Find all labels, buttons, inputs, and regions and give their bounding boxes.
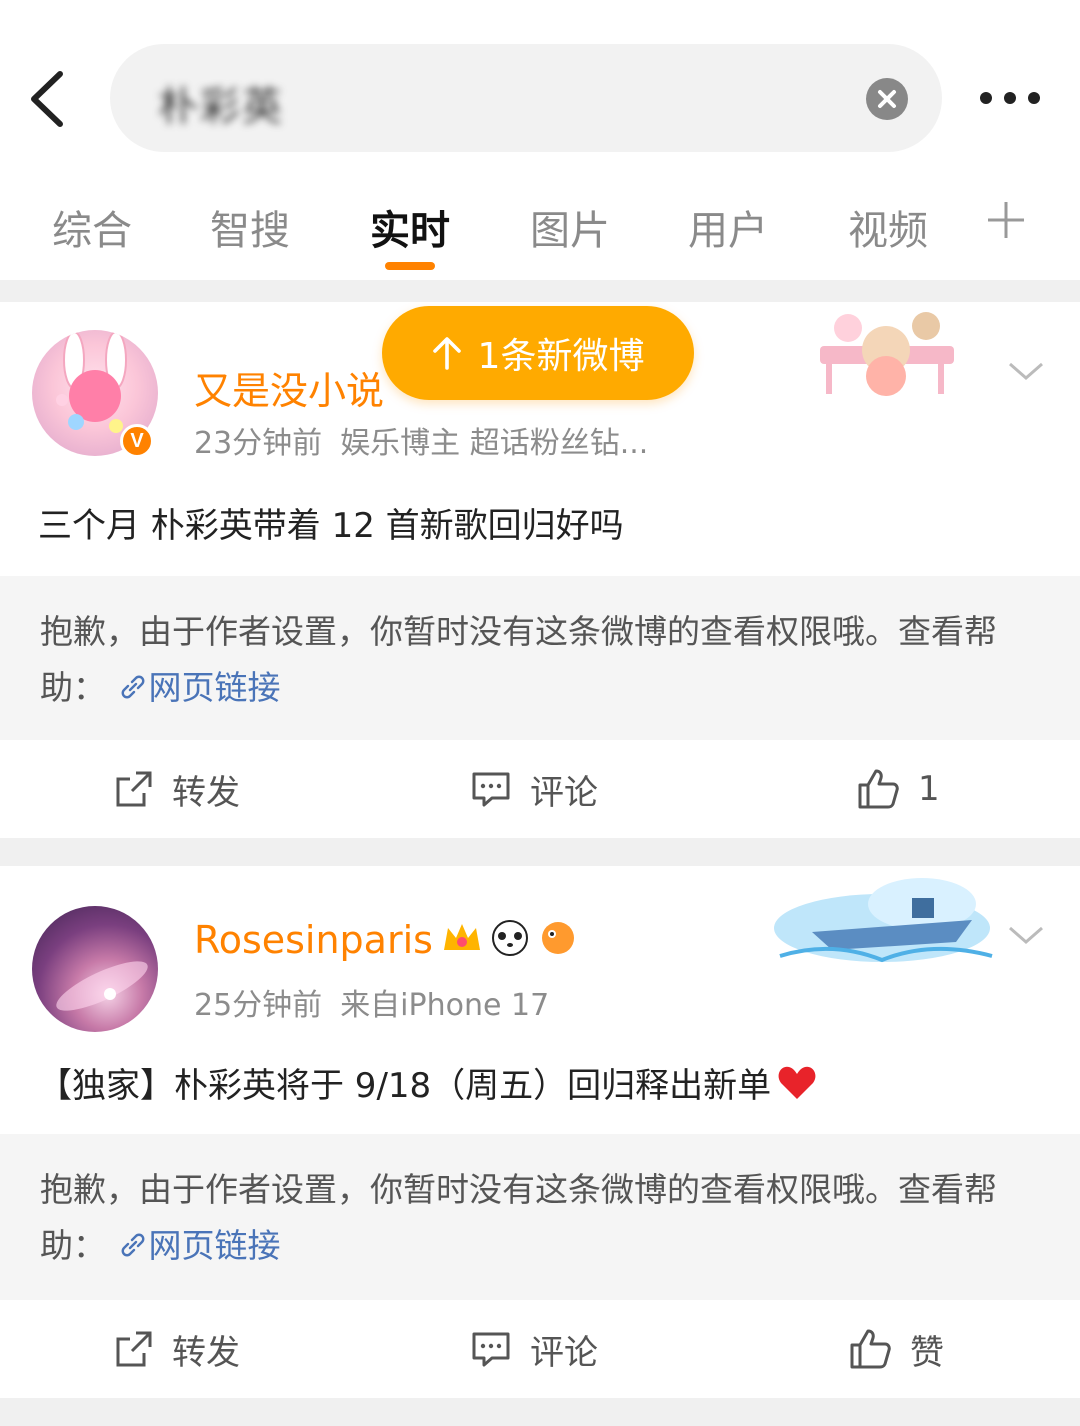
- arrow-up-icon: [432, 337, 461, 370]
- comment-button[interactable]: 评论: [470, 764, 598, 814]
- link-icon: [121, 1233, 144, 1257]
- repost-button[interactable]: 转发: [114, 1324, 240, 1374]
- new-posts-label: 1条新微博: [477, 336, 645, 377]
- web-link[interactable]: 网页链接: [117, 668, 281, 707]
- back-icon[interactable]: [22, 66, 82, 132]
- user-tags: 娱乐博主 超话粉丝钻...: [340, 426, 649, 461]
- action-bar: 转发 评论 赞: [0, 1300, 1080, 1398]
- active-tab-indicator: [385, 262, 435, 270]
- thumbs-up-icon: [858, 769, 899, 809]
- post-text: 三个月 朴彩英带着 12 首新歌回归好吗: [38, 506, 624, 546]
- tab-realtime[interactable]: 实时: [370, 198, 450, 256]
- badge-icons: [442, 918, 582, 958]
- chevron-down-icon[interactable]: [1006, 360, 1046, 384]
- tab-bar: 综合 智搜 实时 图片 用户 视频: [0, 170, 1080, 280]
- divider: [0, 838, 1080, 866]
- comment-button[interactable]: 评论: [470, 1324, 598, 1374]
- like-button[interactable]: 赞: [848, 1324, 944, 1374]
- post-meta: 23分钟前 娱乐博主 超话粉丝钻...: [194, 418, 648, 462]
- permission-notice: 抱歉，由于作者设置，你暂时没有这条微博的查看权限哦。查看帮助： 网页链接: [0, 576, 1080, 740]
- decoration-card-icon: [772, 870, 996, 970]
- permission-notice: 抱歉，由于作者设置，你暂时没有这条微博的查看权限哦。查看帮助： 网页链接: [0, 1134, 1080, 1300]
- tab-users[interactable]: 用户: [688, 198, 768, 256]
- web-link[interactable]: 网页链接: [117, 1226, 281, 1265]
- post-text: 【独家】朴彩英将于 9/18（周五）回归释出新单: [38, 1058, 817, 1107]
- tab-videos[interactable]: 视频: [848, 198, 928, 256]
- more-icon[interactable]: [972, 80, 1052, 116]
- action-bar: 转发 评论 1: [0, 740, 1080, 838]
- post-card[interactable]: Rosesinparis 25分钟前 来自iPhone 17 【独家】朴彩英将于 …: [0, 866, 1080, 1398]
- tab-comprehensive[interactable]: 综合: [52, 198, 132, 256]
- top-bar: 朴彩英: [0, 0, 1080, 170]
- post-time: 25分钟前: [194, 988, 323, 1023]
- tab-images[interactable]: 图片: [530, 198, 610, 256]
- decoration-card-icon: [818, 306, 958, 416]
- search-input[interactable]: 朴彩英: [110, 44, 942, 152]
- divider: [0, 280, 1080, 302]
- heart-icon: [778, 1066, 816, 1099]
- clear-icon[interactable]: [866, 78, 908, 120]
- thumbs-up-icon: [850, 1329, 891, 1369]
- username[interactable]: Rosesinparis: [194, 918, 433, 962]
- comment-icon: [472, 772, 510, 807]
- comment-icon: [472, 1332, 510, 1367]
- avatar[interactable]: [32, 906, 158, 1032]
- post-meta: 25分钟前 来自iPhone 17: [194, 980, 549, 1024]
- like-button[interactable]: 1: [856, 764, 940, 814]
- new-posts-button[interactable]: 1条新微博: [382, 306, 694, 400]
- repost-button[interactable]: 转发: [114, 764, 240, 814]
- repost-icon: [116, 1331, 152, 1367]
- divider: [0, 1398, 1080, 1426]
- link-icon: [121, 675, 144, 699]
- add-tab-icon[interactable]: [984, 198, 1028, 242]
- post-time: 23分钟前: [194, 426, 323, 461]
- repost-icon: [116, 771, 152, 807]
- post-source: 来自iPhone 17: [340, 988, 550, 1023]
- tab-smart-search[interactable]: 智搜: [210, 198, 290, 256]
- username[interactable]: 又是没小说: [194, 360, 384, 415]
- chevron-down-icon[interactable]: [1006, 924, 1046, 948]
- search-query: 朴彩英: [158, 84, 284, 130]
- verified-badge: V: [120, 424, 154, 458]
